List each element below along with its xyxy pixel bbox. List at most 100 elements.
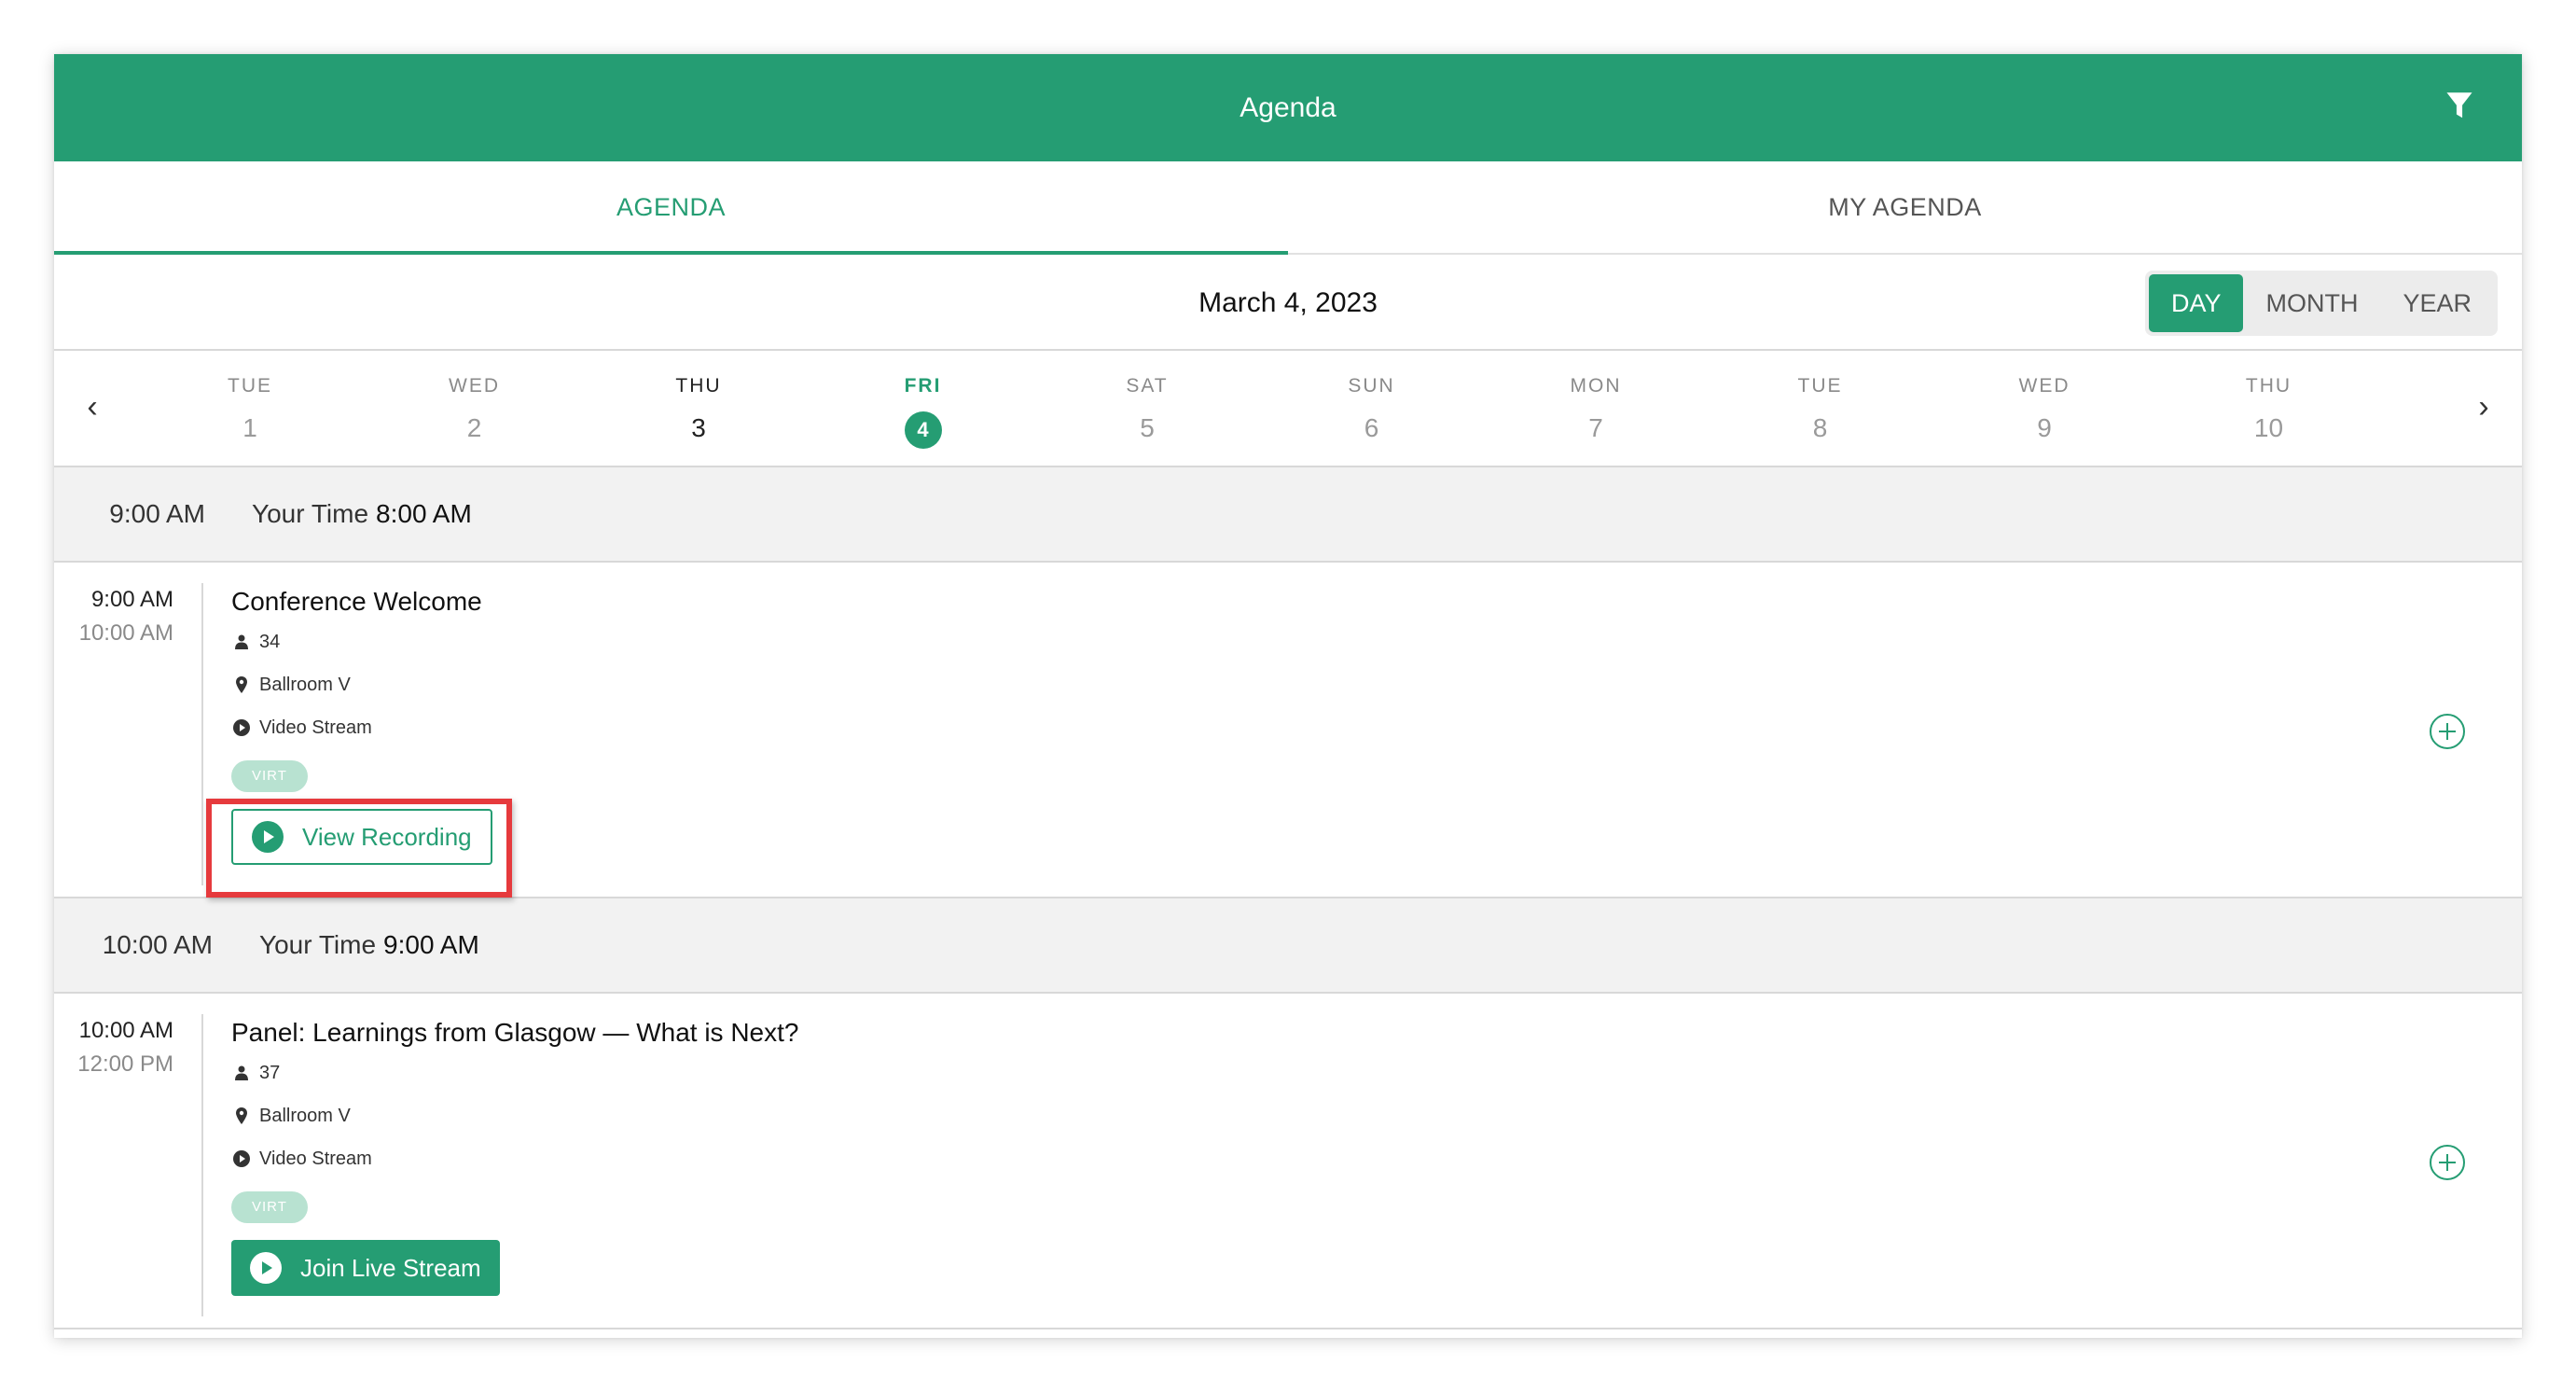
- day-number-value: 3: [691, 413, 706, 442]
- join-live-stream-label: Join Live Stream: [300, 1253, 481, 1282]
- join-live-stream-button[interactable]: Join Live Stream: [231, 1240, 500, 1296]
- stream-value: Video Stream: [259, 1148, 372, 1169]
- day-number-value: 8: [1812, 413, 1828, 442]
- divider: [201, 1014, 203, 1316]
- day-number: 11: [2432, 410, 2438, 447]
- day-of-week: WED: [2018, 375, 2070, 397]
- virtual-badge: VIRT: [231, 1191, 308, 1223]
- attendee-count-value: 34: [259, 631, 281, 652]
- person-icon: [231, 632, 252, 652]
- day-of-week: FRI: [2432, 375, 2438, 397]
- session-card[interactable]: 10:00 AM 12:00 PM Panel: Learnings from …: [54, 994, 2522, 1329]
- tab-bar: AGENDA MY AGENDA: [54, 161, 2522, 255]
- view-toggle: DAY MONTH YEAR: [2144, 271, 2498, 336]
- session-end: 12:00 PM: [77, 1051, 173, 1077]
- day-of-week: WED: [449, 375, 500, 397]
- day-number-value: 10: [2253, 413, 2284, 442]
- chevron-right-icon[interactable]: ›: [2460, 379, 2507, 435]
- month-view-button[interactable]: MONTH: [2243, 274, 2380, 332]
- your-time-label: Your Time: [252, 499, 369, 528]
- play-circle-icon: [231, 1148, 252, 1169]
- session-location: Ballroom V: [231, 663, 492, 706]
- your-time-value: 8:00 AM: [376, 499, 472, 528]
- day-number-value: 2: [466, 413, 482, 442]
- day-number-value: 6: [1364, 413, 1379, 442]
- session-stream: Video Stream: [231, 706, 492, 749]
- day-number: 4: [863, 410, 984, 449]
- day-of-week: THU: [675, 375, 722, 397]
- day-number-value: 5: [1140, 413, 1155, 442]
- day-of-week: THU: [2245, 375, 2292, 397]
- day-number: 10: [2209, 410, 2330, 447]
- attendee-count: 34: [231, 620, 492, 663]
- stream-value: Video Stream: [259, 717, 372, 738]
- time-slot-header: 10:00 AM Your Time 9:00 AM: [54, 898, 2522, 994]
- day-number-value: 9: [2037, 413, 2052, 442]
- day-item[interactable]: WED 2: [414, 351, 535, 447]
- day-number: 5: [1087, 410, 1208, 447]
- play-circle-icon: [231, 717, 252, 738]
- chevron-left-icon[interactable]: ‹: [69, 379, 116, 435]
- session-times: 9:00 AM 10:00 AM: [54, 583, 173, 650]
- day-number: 3: [638, 410, 759, 447]
- location-value: Ballroom V: [259, 1105, 351, 1126]
- day-number-value: 4: [904, 411, 942, 449]
- session-start: 9:00 AM: [90, 587, 173, 612]
- add-to-agenda-icon[interactable]: [2429, 713, 2466, 750]
- day-number: 9: [1984, 410, 2105, 447]
- play-icon: [250, 1252, 282, 1284]
- time-slot-header: 9:00 AM Your Time 8:00 AM: [54, 467, 2522, 563]
- day-number: 6: [1311, 410, 1433, 447]
- day-number-value: 7: [1588, 413, 1603, 442]
- day-item[interactable]: FRI 4: [863, 351, 984, 449]
- date-bar: March 4, 2023 DAY MONTH YEAR: [54, 255, 2522, 351]
- day-item[interactable]: SUN 6: [1311, 351, 1433, 447]
- day-item[interactable]: SAT 5: [1087, 351, 1208, 447]
- your-time-value: 9:00 AM: [383, 930, 479, 959]
- day-item[interactable]: THU 10: [2209, 351, 2330, 447]
- your-time-label: Your Time: [259, 930, 377, 959]
- app-header: Agenda: [54, 54, 2522, 161]
- day-view-button[interactable]: DAY: [2148, 274, 2244, 332]
- map-pin-icon: [231, 1106, 252, 1126]
- day-number: 1: [189, 410, 311, 447]
- day-item[interactable]: MON 7: [1535, 351, 1656, 447]
- location-value: Ballroom V: [259, 674, 351, 695]
- person-icon: [231, 1063, 252, 1083]
- session-title[interactable]: Conference Welcome: [231, 583, 492, 620]
- filter-icon[interactable]: [2445, 91, 2473, 121]
- day-of-week: SAT: [1126, 375, 1169, 397]
- session-end: 10:00 AM: [78, 620, 173, 646]
- highlight-box: [206, 799, 512, 898]
- session-stream: Video Stream: [231, 1137, 798, 1180]
- session-card[interactable]: 9:00 AM 10:00 AM Conference Welcome 34 B…: [54, 563, 2522, 898]
- day-item[interactable]: FRI 11: [2432, 351, 2438, 447]
- day-number: 2: [414, 410, 535, 447]
- day-item[interactable]: TUE 1: [189, 351, 311, 447]
- day-of-week: TUE: [228, 375, 272, 397]
- day-item[interactable]: TUE 8: [1760, 351, 1881, 447]
- day-item[interactable]: WED 9: [1984, 351, 2105, 447]
- day-number: 7: [1535, 410, 1656, 447]
- slot-time: 10:00 AM: [102, 930, 213, 959]
- day-number-value: 1: [242, 413, 257, 442]
- day-of-week: TUE: [1797, 375, 1843, 397]
- session-title[interactable]: Panel: Learnings from Glasgow — What is …: [231, 1014, 798, 1051]
- attendee-count: 37: [231, 1051, 798, 1094]
- day-of-week: SUN: [1348, 375, 1395, 397]
- tab-agenda[interactable]: AGENDA: [54, 161, 1288, 255]
- divider: [201, 583, 203, 885]
- tab-my-agenda[interactable]: MY AGENDA: [1288, 161, 2522, 253]
- year-view-button[interactable]: YEAR: [2380, 274, 2494, 332]
- attendee-count-value: 37: [259, 1062, 281, 1083]
- day-item[interactable]: THU 3: [638, 351, 759, 447]
- day-of-week: FRI: [904, 375, 942, 397]
- map-pin-icon: [231, 675, 252, 695]
- day-strip: ‹ TUE 1 WED 2 THU 3 FRI 4 SAT 5 SUN 6 MON 7 TUE 8 WED 9 TH…: [54, 351, 2522, 467]
- session-start: 10:00 AM: [78, 1018, 173, 1043]
- session-location: Ballroom V: [231, 1094, 798, 1137]
- slot-time: 9:00 AM: [109, 499, 205, 528]
- add-to-agenda-icon[interactable]: [2429, 1144, 2466, 1181]
- day-of-week: MON: [1570, 375, 1622, 397]
- agenda-window: Agenda AGENDA MY AGENDA March 4, 2023 DA…: [54, 54, 2522, 1338]
